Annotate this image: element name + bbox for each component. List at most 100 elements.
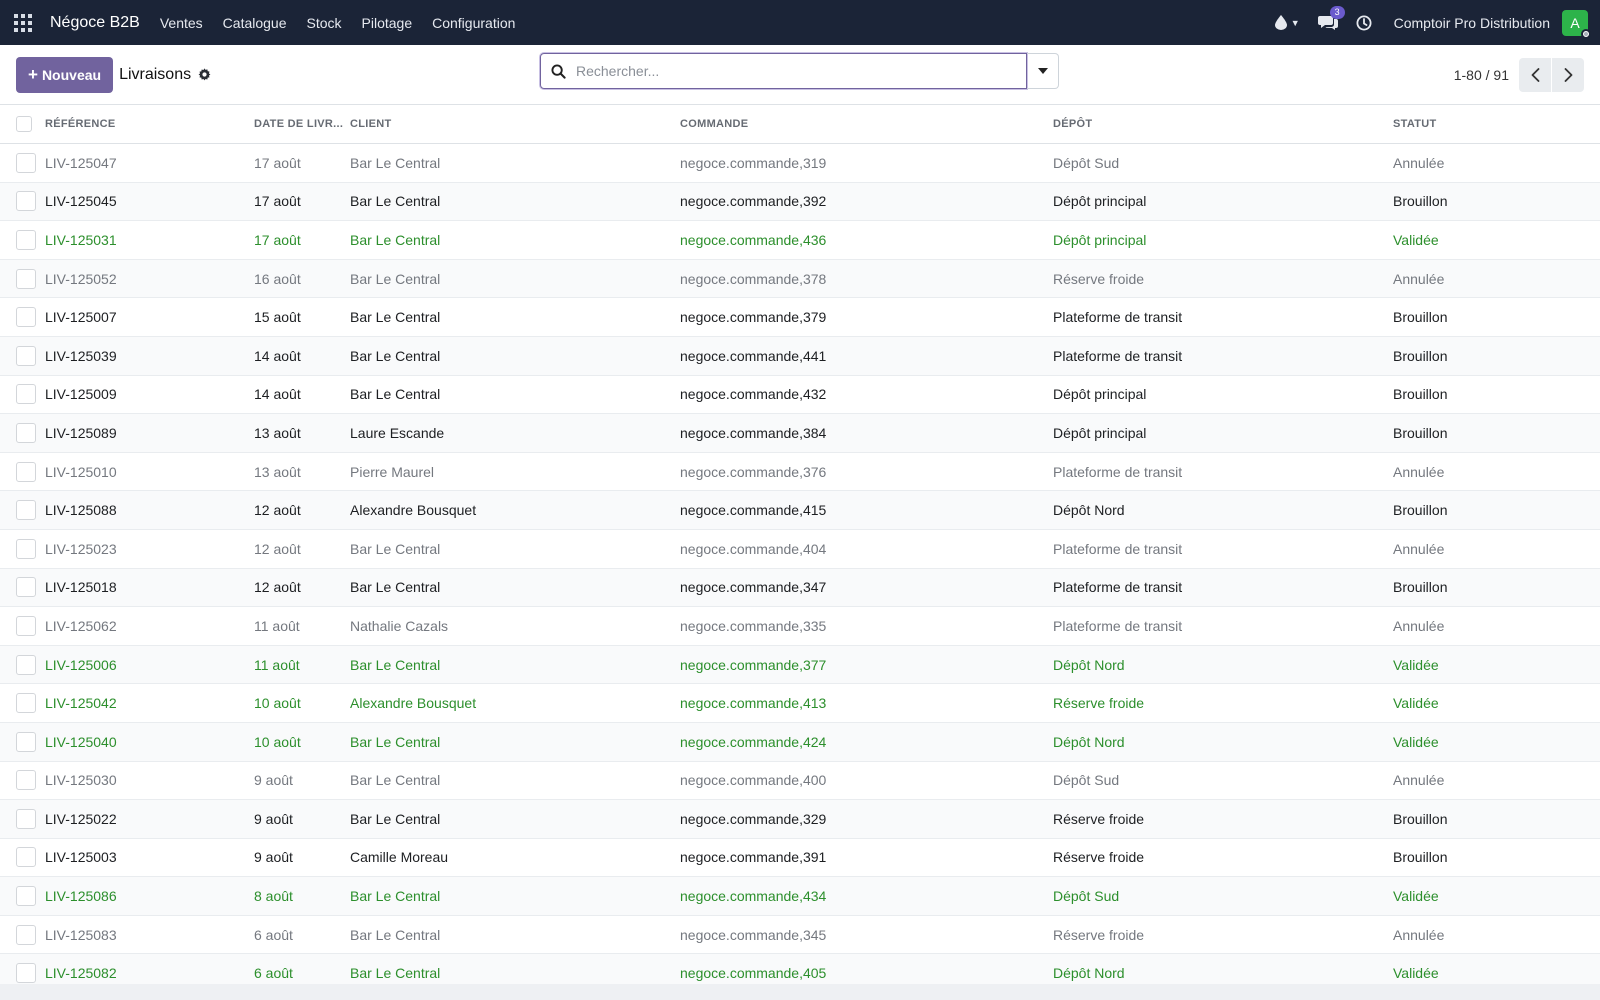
cell-reference: LIV-125006 <box>45 656 117 673</box>
cell-status: Brouillon <box>1393 502 1448 519</box>
app-grid-icon[interactable] <box>14 13 32 32</box>
row-checkbox[interactable] <box>16 654 36 675</box>
cell-reference: LIV-125003 <box>45 849 117 866</box>
cell-client: Bar Le Central <box>350 386 441 403</box>
cell-order: negoce.commande,432 <box>680 386 827 403</box>
cell-status: Brouillon <box>1393 193 1448 210</box>
row-checkbox[interactable] <box>16 615 36 636</box>
table-row[interactable]: LIV-125010 13 août Pierre Maurel negoce.com… <box>0 453 1600 492</box>
list-body: LIV-125047 17 août Bar Le Central negoce.co… <box>0 144 1600 994</box>
row-checkbox[interactable] <box>16 229 36 250</box>
column-header-reference[interactable]: RÉFÉRENCE <box>45 118 254 130</box>
table-row[interactable]: LIV-125009 14 août Bar Le Central negoce.co… <box>0 376 1600 415</box>
select-all-checkbox[interactable] <box>16 116 32 132</box>
pager-previous-button[interactable] <box>1519 57 1551 92</box>
row-checkbox[interactable] <box>16 731 36 752</box>
cell-client: Bar Le Central <box>350 810 441 827</box>
row-select-cell <box>0 731 45 752</box>
table-row[interactable]: LIV-125039 14 août Bar Le Central negoce.co… <box>0 336 1600 376</box>
gear-icon[interactable] <box>198 68 211 81</box>
table-row[interactable]: LIV-125083 6 août Bar Le Central negoce.com… <box>0 916 1600 955</box>
row-checkbox[interactable] <box>16 422 36 443</box>
row-select-cell <box>0 268 45 289</box>
column-header-status[interactable]: STATUT <box>1393 118 1600 130</box>
row-checkbox[interactable] <box>16 847 36 868</box>
cell-depot: Dépôt Nord <box>1053 502 1125 519</box>
search-icon <box>551 63 566 79</box>
table-row[interactable]: LIV-125003 9 août Camille Moreau negoce.com… <box>0 839 1600 878</box>
row-checkbox[interactable] <box>16 461 36 482</box>
menu-item-catalogue[interactable]: Catalogue <box>223 15 287 31</box>
cell-delivery-date: 8 août <box>254 888 293 905</box>
row-checkbox[interactable] <box>16 191 36 212</box>
cell-depot: Dépôt Sud <box>1053 154 1120 171</box>
column-header-date[interactable]: DATE DE LIVR... <box>254 118 350 130</box>
row-checkbox[interactable] <box>16 693 36 714</box>
cell-reference: LIV-125023 <box>45 540 117 557</box>
table-row[interactable]: LIV-125052 16 août Bar Le Central negoce.co… <box>0 259 1600 299</box>
cell-status: Annulée <box>1393 772 1445 789</box>
column-header-depot[interactable]: DÉPÔT <box>1053 118 1393 130</box>
column-header-order[interactable]: COMMANDE <box>680 118 1053 130</box>
cell-depot: Dépôt Sud <box>1053 772 1120 789</box>
row-checkbox[interactable] <box>16 152 36 173</box>
row-checkbox[interactable] <box>16 307 36 328</box>
cell-order: negoce.commande,377 <box>680 656 827 673</box>
search-options-toggle[interactable] <box>1027 53 1059 89</box>
table-row[interactable]: LIV-125047 17 août Bar Le Central negoce.co… <box>0 144 1600 183</box>
table-row[interactable]: LIV-125007 15 août Bar Le Central negoce.co… <box>0 298 1600 337</box>
cell-depot: Plateforme de transit <box>1053 463 1183 480</box>
drop-menu-button[interactable]: ▼ <box>1274 15 1300 30</box>
row-select-cell <box>0 345 45 366</box>
plus-icon: + <box>28 64 38 84</box>
table-row[interactable]: LIV-125089 13 août Laure Escande negoce.com… <box>0 414 1600 453</box>
cell-order: negoce.commande,434 <box>680 888 827 905</box>
cell-order: negoce.commande,347 <box>680 579 827 596</box>
user-avatar[interactable]: A <box>1562 9 1591 39</box>
cell-status: Annulée <box>1393 540 1445 557</box>
cell-delivery-date: 14 août <box>254 386 301 403</box>
row-select-cell <box>0 191 45 212</box>
menu-item-stock[interactable]: Stock <box>307 15 342 31</box>
row-checkbox[interactable] <box>16 384 36 405</box>
table-row[interactable]: LIV-125022 9 août Bar Le Central negoce.com… <box>0 800 1600 839</box>
table-row[interactable]: LIV-125086 8 août Bar Le Central negoce.com… <box>0 877 1600 916</box>
row-checkbox[interactable] <box>16 924 36 945</box>
menu-item-ventes[interactable]: Ventes <box>160 15 203 31</box>
table-row[interactable]: LIV-125018 12 août Bar Le Central negoce.co… <box>0 568 1600 608</box>
row-checkbox[interactable] <box>16 345 36 366</box>
table-row[interactable]: LIV-125031 17 août Bar Le Central negoce.co… <box>0 221 1600 260</box>
cell-depot: Réserve froide <box>1053 270 1145 287</box>
table-row[interactable]: LIV-125040 10 août Bar Le Central negoce.co… <box>0 722 1600 762</box>
search-input[interactable] <box>576 63 996 79</box>
table-row[interactable]: LIV-125088 12 août Alexandre Bousquet negoc… <box>0 491 1600 530</box>
cell-client: Bar Le Central <box>350 772 441 789</box>
row-checkbox[interactable] <box>16 577 36 598</box>
pager-value[interactable]: 1-80 / 91 <box>1454 67 1509 83</box>
row-checkbox[interactable] <box>16 770 36 791</box>
menu-item-pilotage[interactable]: Pilotage <box>362 15 413 31</box>
messaging-button[interactable]: 3 <box>1317 5 1345 31</box>
new-button[interactable]: + Nouveau <box>16 56 114 93</box>
row-checkbox[interactable] <box>16 886 36 907</box>
row-checkbox[interactable] <box>16 538 36 559</box>
row-select-cell <box>0 924 45 945</box>
row-checkbox[interactable] <box>16 500 36 521</box>
row-checkbox[interactable] <box>16 268 36 289</box>
table-row[interactable]: LIV-125023 12 août Bar Le Central negoce.co… <box>0 530 1600 569</box>
table-row[interactable]: LIV-125045 17 août Bar Le Central negoce.co… <box>0 182 1600 222</box>
column-header-client[interactable]: CLIENT <box>350 118 680 130</box>
company-switcher[interactable]: Comptoir Pro Distribution <box>1394 15 1550 31</box>
app-brand[interactable]: Négoce B2B <box>50 14 140 32</box>
table-row[interactable]: LIV-125042 10 août Alexandre Bousquet negoc… <box>0 684 1600 723</box>
cell-client: Pierre Maurel <box>350 463 435 480</box>
row-checkbox[interactable] <box>16 808 36 829</box>
pager-next-button[interactable] <box>1552 57 1584 92</box>
row-checkbox[interactable] <box>16 963 36 984</box>
table-row[interactable]: LIV-125006 11 août Bar Le Central negoce.co… <box>0 645 1600 685</box>
table-row[interactable]: LIV-125030 9 août Bar Le Central negoce.com… <box>0 762 1600 801</box>
cell-delivery-date: 13 août <box>254 424 301 441</box>
activity-button[interactable] <box>1356 15 1372 31</box>
menu-item-configuration[interactable]: Configuration <box>432 15 515 31</box>
table-row[interactable]: LIV-125062 11 août Nathalie Cazals negoce.c… <box>0 607 1600 646</box>
